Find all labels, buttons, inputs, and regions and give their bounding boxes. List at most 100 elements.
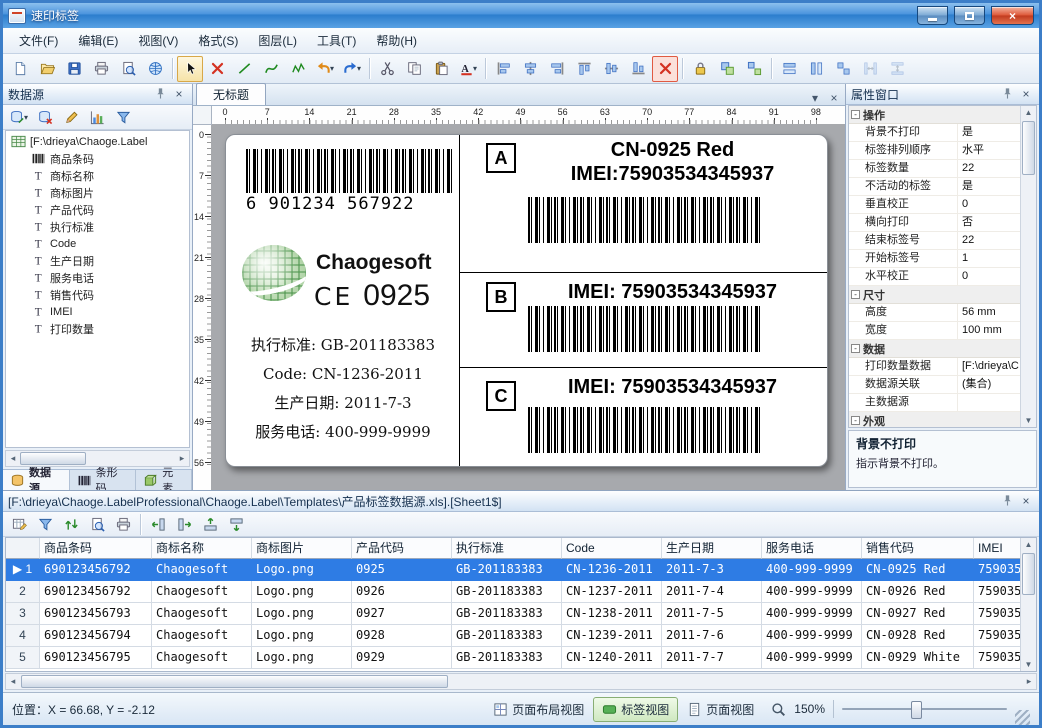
scroll-right-icon[interactable]: ▸ [1022,676,1036,687]
filter-funnel-button[interactable] [111,106,135,129]
table-vscrollbar[interactable]: ▲ ▼ [1020,538,1036,671]
table-cell[interactable]: Logo.png [252,559,352,581]
pin-icon[interactable] [999,87,1015,102]
tree-item[interactable]: T商标图片 [6,184,189,201]
column-header[interactable]: Code [562,538,662,559]
tab-list-dropdown-icon[interactable]: ▾ [807,90,823,105]
curve-tool-button[interactable] [258,56,284,82]
undo-button[interactable]: ▾ [312,56,338,82]
brand-logo[interactable] [242,245,306,301]
tree-item[interactable]: TIMEI [6,303,189,320]
align-bottom-button[interactable] [625,56,651,82]
scroll-down-icon[interactable]: ▼ [1025,658,1033,671]
table-cell[interactable]: Chaogesoft [152,603,252,625]
row-selector[interactable]: ▶ 1 [6,559,40,581]
dropdown-arrow-icon[interactable]: ▾ [473,64,477,73]
table-cell[interactable]: CN-1237-2011 [562,581,662,603]
scroll-thumb[interactable] [21,675,448,688]
table-cell[interactable]: 400-999-9999 [762,647,862,669]
table-cell[interactable]: CN-0929 White [862,647,974,669]
table-cell[interactable]: 0927 [352,603,452,625]
db-connect-button[interactable]: ▾ [7,106,31,129]
tree-item[interactable]: T生产日期 [6,252,189,269]
select-cursor-button[interactable] [177,56,203,82]
property-group[interactable]: -数据 [849,340,1021,358]
table-cell[interactable]: 690123456795 [40,647,152,669]
same-size-button[interactable] [830,56,856,82]
column-header[interactable]: 销售代码 [862,538,974,559]
redo-button[interactable]: ▾ [339,56,365,82]
maximize-button[interactable] [954,6,985,25]
tree-item[interactable]: T产品代码 [6,201,189,218]
column-header[interactable]: 生产日期 [662,538,762,559]
property-group[interactable]: -外观 [849,412,1021,427]
menu-item[interactable]: 编辑(E) [68,29,128,52]
tab-close-icon[interactable]: × [826,90,842,105]
column-header[interactable]: 商品条码 [40,538,152,559]
scroll-left-icon[interactable]: ◂ [6,676,20,687]
letter-box[interactable]: C [486,381,516,411]
label-info-line[interactable]: 生产日期: 2011-7-3 [230,389,456,418]
table-cell[interactable]: 690123456792 [40,581,152,603]
table-cell[interactable]: 400-999-9999 [762,603,862,625]
page-view-button[interactable]: 页面视图 [678,697,763,722]
pin-icon[interactable] [999,494,1015,509]
delete-x-button[interactable] [204,56,230,82]
property-row[interactable]: 横向打印否 [849,214,1021,232]
imei-text[interactable]: IMEI: 75903534345937 [518,367,827,399]
new-doc-button[interactable] [7,56,33,82]
minimize-button[interactable] [917,6,948,25]
align-center-h-button[interactable] [517,56,543,82]
edit-pencil-button[interactable] [59,106,83,129]
delete-x-button[interactable] [652,56,678,82]
table-cell[interactable]: GB-201183383 [452,625,562,647]
align-middle-v-button[interactable] [598,56,624,82]
label-sheet[interactable]: 6 901234 567922 Chaogesoft CE 0925 执行标准:… [225,134,828,467]
property-value[interactable]: 0 [958,268,1021,285]
table-cell[interactable]: 2011-7-3 [662,559,762,581]
table-cell[interactable]: Chaogesoft [152,581,252,603]
page-layout-view-button[interactable]: 页面布局视图 [484,697,593,722]
tree-item[interactable]: TCode [6,235,189,252]
ce-row[interactable]: CE 0925 [314,279,430,313]
table-cell[interactable]: Logo.png [252,647,352,669]
property-value[interactable]: 22 [958,232,1021,249]
imei-barcode[interactable] [528,407,760,453]
row-selector[interactable]: 4 [6,625,40,647]
ungroup-button[interactable] [741,56,767,82]
label-info-line[interactable]: 服务电话: 400-999-9999 [230,418,456,447]
table-row[interactable]: 5690123456795ChaogesoftLogo.png0929GB-20… [6,647,1037,669]
menu-item[interactable]: 文件(F) [9,29,68,52]
same-width-button[interactable] [776,56,802,82]
property-value[interactable]: 1 [958,250,1021,267]
table-row[interactable]: 2690123456792ChaogesoftLogo.png0926GB-20… [6,581,1037,603]
column-header[interactable]: 产品代码 [352,538,452,559]
label-info-line[interactable]: Code: CN-1236-2011 [230,360,456,389]
table-row[interactable]: ▶ 1690123456792ChaogesoftLogo.png0925GB-… [6,559,1037,581]
table-cell[interactable]: 0926 [352,581,452,603]
imei-text[interactable]: IMEI: 75903534345937 [518,272,827,304]
print-preview-button[interactable] [115,56,141,82]
collapse-icon[interactable]: - [851,290,860,299]
letter-box[interactable]: A [486,143,516,173]
zoom-slider-thumb[interactable] [911,701,922,719]
titlebar[interactable]: 速印标签 × [3,3,1039,28]
imei-barcode[interactable] [528,197,760,243]
tree-hscrollbar[interactable]: ◂ ▸ [5,450,190,467]
ean-barcode[interactable]: 6 901234 567922 [246,149,452,214]
scroll-up-icon[interactable]: ▲ [1025,106,1033,119]
print-preview-button[interactable] [85,513,109,536]
freehand-tool-button[interactable] [285,56,311,82]
table-edit-button[interactable] [7,513,31,536]
table-cell[interactable]: Chaogesoft [152,647,252,669]
table-cell[interactable]: 690123456794 [40,625,152,647]
network-globe-button[interactable] [142,56,168,82]
menu-item[interactable]: 帮助(H) [366,29,427,52]
table-cell[interactable]: CN-0927 Red [862,603,974,625]
property-value[interactable]: 22 [958,160,1021,177]
property-row[interactable]: 不活动的标签是 [849,178,1021,196]
property-row[interactable]: 打印数量数据[F:\drieya\C [849,358,1021,376]
tree-item[interactable]: 商品条码 [6,150,189,167]
table-row[interactable]: 3690123456793ChaogesoftLogo.png0927GB-20… [6,603,1037,625]
table-cell[interactable]: 0929 [352,647,452,669]
